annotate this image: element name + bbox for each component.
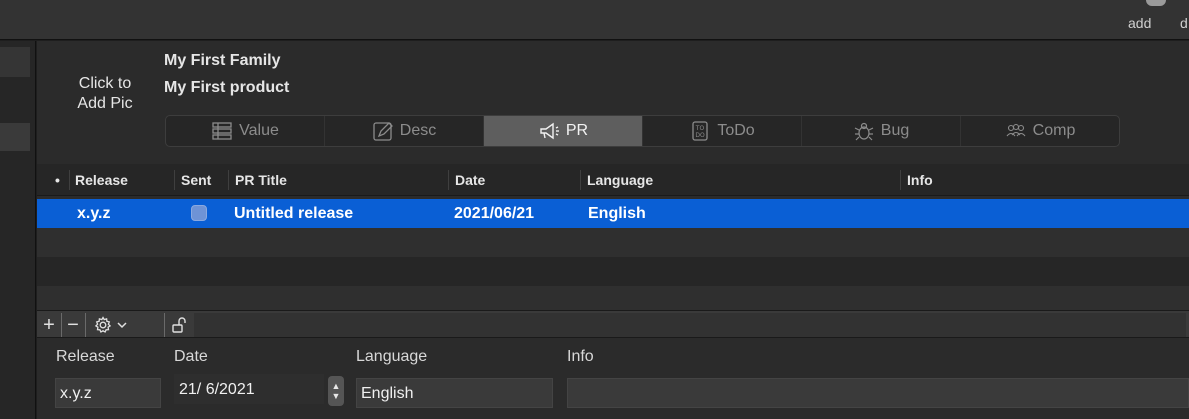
gear-icon bbox=[94, 316, 112, 333]
tab-todo[interactable]: TO DO ToDo bbox=[643, 116, 802, 146]
column-header-sent[interactable]: Sent bbox=[181, 172, 211, 190]
sidebar bbox=[0, 41, 36, 419]
toolbar-divider bbox=[164, 313, 165, 337]
empty-row bbox=[37, 286, 1189, 310]
date-field[interactable]: 21/ 6/2021 bbox=[174, 374, 324, 404]
add-picture-button[interactable]: Click to Add Pic bbox=[65, 74, 145, 114]
column-divider[interactable] bbox=[448, 170, 449, 190]
column-header-marker[interactable]: • bbox=[55, 172, 60, 190]
main-panel: Click to Add Pic My First Family My Firs… bbox=[37, 41, 1189, 419]
chevron-down-icon bbox=[117, 322, 127, 329]
svg-text:TO: TO bbox=[695, 125, 705, 132]
product-name: My First product bbox=[164, 79, 290, 96]
column-header-release[interactable]: Release bbox=[75, 172, 128, 190]
release-label: Release bbox=[56, 348, 115, 365]
column-divider[interactable] bbox=[174, 170, 175, 190]
column-header-pr-title[interactable]: PR Title bbox=[235, 172, 287, 190]
tab-value-label: Value bbox=[239, 122, 279, 139]
cell-release: x.y.z bbox=[77, 205, 111, 222]
tab-value[interactable]: Value bbox=[166, 116, 325, 146]
tab-desc[interactable]: Desc bbox=[325, 116, 484, 146]
table-toolbar: + − bbox=[37, 310, 1189, 338]
family-name: My First Family bbox=[164, 52, 281, 69]
tab-pr-label: PR bbox=[565, 122, 589, 139]
tab-comp-label: Comp bbox=[1032, 122, 1076, 139]
tab-bug[interactable]: Bug bbox=[802, 116, 961, 146]
pic-label-line2: Add Pic bbox=[77, 95, 133, 112]
language-label: Language bbox=[356, 348, 428, 365]
cell-date: 2021/06/21 bbox=[454, 205, 535, 222]
sent-checkbox[interactable] bbox=[191, 205, 207, 221]
lock-toggle-button[interactable] bbox=[167, 313, 191, 337]
toolbar-divider bbox=[61, 313, 62, 337]
toolbar-icon-partial[interactable] bbox=[1146, 0, 1166, 6]
column-divider[interactable] bbox=[580, 170, 581, 190]
add-button[interactable]: add bbox=[1128, 15, 1151, 31]
tab-bug-label: Bug bbox=[880, 122, 910, 139]
sidebar-item[interactable] bbox=[0, 47, 30, 77]
desc-icon bbox=[373, 122, 393, 141]
tab-pr[interactable]: PR bbox=[484, 116, 643, 146]
action-menu-button[interactable] bbox=[89, 313, 133, 337]
pic-label-line1: Click to bbox=[78, 75, 132, 92]
add-row-button[interactable]: + bbox=[39, 313, 59, 337]
toolbar-empty-area bbox=[194, 313, 1186, 337]
truncated-toolbar-label[interactable]: d bbox=[1180, 15, 1188, 31]
top-toolbar: add d bbox=[0, 0, 1189, 40]
section-tabs: Value Desc PR TO DO ToDo Bug Comp bbox=[165, 115, 1120, 147]
empty-row bbox=[37, 257, 1189, 286]
language-field[interactable]: English bbox=[356, 378, 553, 408]
cell-pr-title: Untitled release bbox=[234, 205, 354, 222]
unlock-icon bbox=[172, 317, 186, 333]
cell-language: English bbox=[588, 205, 646, 222]
value-icon bbox=[212, 122, 232, 140]
people-icon bbox=[1006, 123, 1026, 137]
date-stepper[interactable]: ▲ ▼ bbox=[328, 376, 344, 406]
toolbar-divider bbox=[85, 313, 86, 337]
svg-text:DO: DO bbox=[696, 132, 706, 139]
remove-row-button[interactable]: − bbox=[63, 313, 83, 337]
detail-form: Release Date Language Info x.y.z 21/ 6/2… bbox=[37, 339, 1189, 419]
tab-todo-label: ToDo bbox=[717, 122, 755, 139]
bug-icon bbox=[854, 122, 874, 141]
megaphone-icon bbox=[540, 122, 559, 140]
tab-comp[interactable]: Comp bbox=[961, 116, 1119, 146]
column-header-language[interactable]: Language bbox=[587, 172, 653, 190]
column-header-date[interactable]: Date bbox=[455, 172, 485, 190]
sidebar-item-selected[interactable] bbox=[0, 123, 30, 151]
empty-row bbox=[37, 228, 1189, 257]
table-header: • Release Sent PR Title Date Language In… bbox=[37, 164, 1189, 196]
release-field[interactable]: x.y.z bbox=[55, 378, 161, 408]
column-divider[interactable] bbox=[69, 170, 70, 190]
info-label: Info bbox=[567, 348, 594, 365]
stepper-down-icon: ▼ bbox=[331, 391, 341, 401]
column-divider[interactable] bbox=[900, 170, 901, 190]
column-divider[interactable] bbox=[228, 170, 229, 190]
date-label: Date bbox=[174, 348, 208, 365]
info-field[interactable] bbox=[567, 378, 1189, 408]
table-row[interactable]: x.y.z Untitled release 2021/06/21 Englis… bbox=[37, 199, 1189, 228]
todo-icon: TO DO bbox=[692, 121, 708, 141]
tab-desc-label: Desc bbox=[399, 122, 437, 139]
column-header-info[interactable]: Info bbox=[907, 172, 933, 190]
stepper-up-icon: ▲ bbox=[331, 381, 341, 391]
